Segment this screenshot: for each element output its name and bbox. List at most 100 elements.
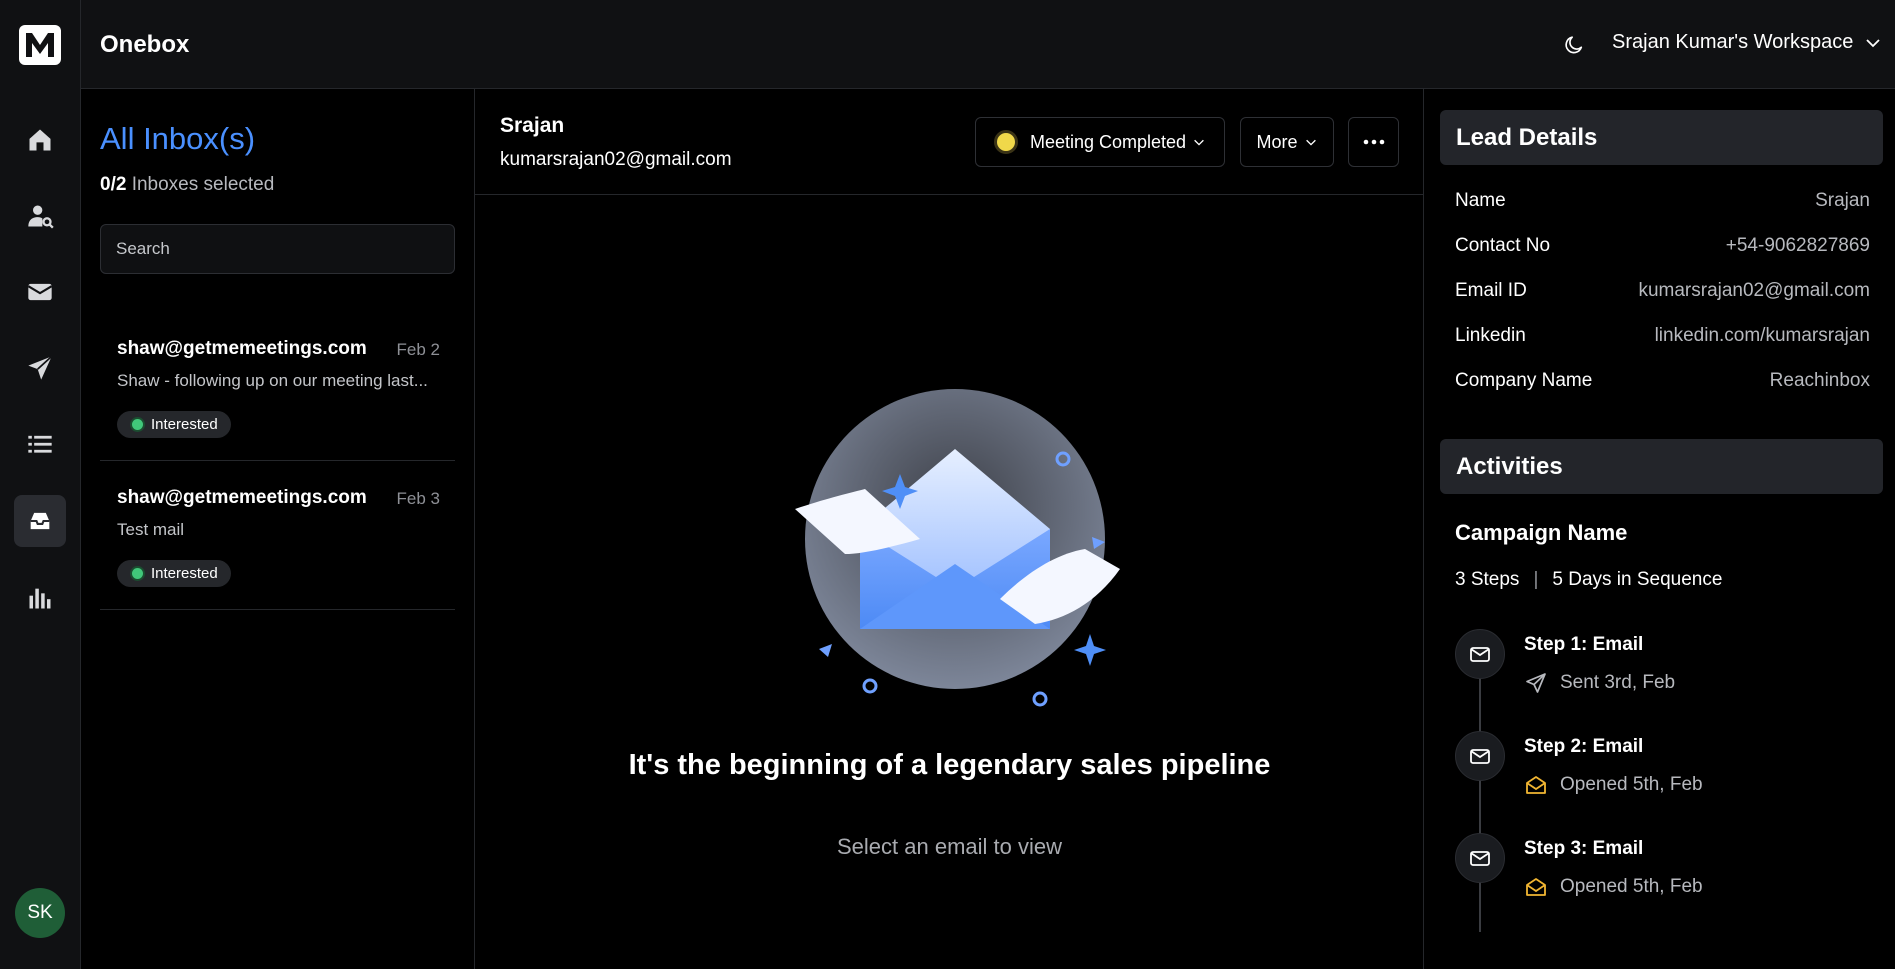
lead-row-name: Name Srajan — [1455, 190, 1870, 212]
thread-date: Feb 3 — [396, 489, 440, 508]
status-dot-icon — [993, 130, 1018, 154]
thread-preview: Shaw - following up on our meeting last.… — [117, 371, 428, 390]
mail-open-icon — [1526, 878, 1546, 896]
lead-label: Company Name — [1455, 370, 1593, 391]
lead-row-email: Email ID kumarsrajan02@gmail.com — [1455, 280, 1870, 302]
status-badge: Interested — [117, 560, 231, 587]
sidebar-item-inbox[interactable] — [14, 495, 66, 547]
lead-panel: Lead Details Name Srajan Contact No +54-… — [1424, 89, 1895, 969]
inbox-selected-label: Inboxes selected — [131, 174, 275, 195]
lead-details-header: Lead Details — [1440, 110, 1883, 165]
campaign-name: Campaign Name — [1455, 520, 1628, 545]
lead-label: Email ID — [1455, 280, 1527, 301]
lead-row-contact: Contact No +54-9062827869 — [1455, 235, 1870, 257]
status-dot-icon — [132, 419, 143, 430]
app-root: SK Onebox Srajan Kumar's Workspace All I… — [0, 0, 1895, 969]
workspace-name: Srajan Kumar's Workspace — [1612, 31, 1854, 53]
thread-date: Feb 2 — [396, 340, 440, 359]
home-icon — [29, 129, 51, 151]
sidebar-item-home[interactable] — [14, 114, 66, 166]
step-icon — [1455, 833, 1505, 883]
conversation-header: Srajan kumarsrajan02@gmail.com Meeting C… — [475, 89, 1424, 195]
step-icon — [1455, 731, 1505, 781]
more-horizontal-icon — [1363, 139, 1384, 145]
inbox-panel: All Inbox(s) 0/2 Inboxes selected shaw@g… — [81, 89, 475, 969]
lead-label: Contact No — [1455, 235, 1551, 256]
conversation-panel: Srajan kumarsrajan02@gmail.com Meeting C… — [475, 89, 1424, 969]
contact-email: kumarsrajan02@gmail.com — [500, 149, 732, 170]
top-bar: Onebox Srajan Kumar's Workspace — [81, 0, 1895, 89]
step-status-label: Opened 5th, Feb — [1560, 774, 1703, 795]
app-logo[interactable] — [19, 25, 61, 65]
mail-icon — [27, 283, 53, 301]
step-status: Opened 5th, Feb — [1524, 773, 1703, 797]
sidebar-item-analytics[interactable] — [14, 572, 66, 624]
sidebar-item-list[interactable] — [14, 418, 66, 470]
chevron-down-icon — [1194, 139, 1204, 146]
step-title: Step 2: Email — [1524, 736, 1644, 757]
status-badge-label: Interested — [151, 416, 218, 433]
campaign-duration: 5 Days in Sequence — [1552, 569, 1723, 590]
sidebar-item-user-search[interactable] — [14, 190, 66, 242]
separator: | — [1533, 569, 1539, 590]
chevron-down-icon — [1866, 38, 1880, 47]
inbox-selected-count: 0/2 — [100, 174, 127, 195]
thread-item[interactable]: shaw@getmemeetings.com Feb 3 Test mail I… — [100, 461, 455, 610]
sidebar-item-mail[interactable] — [14, 266, 66, 318]
logo-icon — [26, 33, 54, 57]
mail-icon — [1470, 749, 1490, 764]
status-label: Meeting Completed — [1029, 131, 1187, 152]
status-dot-icon — [132, 568, 143, 579]
lead-row-company: Company Name Reachinbox — [1455, 370, 1870, 392]
lead-value: Reachinbox — [1769, 370, 1870, 391]
activities-header: Activities — [1440, 439, 1883, 494]
sidebar: SK — [0, 0, 81, 969]
chevron-down-icon — [1305, 139, 1316, 146]
bar-chart-icon — [29, 588, 51, 609]
sidebar-item-send[interactable] — [14, 342, 66, 394]
step-status: Opened 5th, Feb — [1524, 875, 1703, 899]
thread-from: shaw@getmemeetings.com — [117, 338, 367, 359]
status-badge: Interested — [117, 411, 231, 438]
empty-mailbox-illustration — [795, 389, 1120, 707]
contact-name: Srajan — [500, 114, 565, 137]
thread-from: shaw@getmemeetings.com — [117, 487, 367, 508]
lead-value: Srajan — [1815, 190, 1870, 211]
user-avatar[interactable]: SK — [15, 888, 65, 938]
mail-icon — [1470, 647, 1490, 662]
lead-value: +54-9062827869 — [1725, 235, 1870, 256]
more-button-label: More — [1256, 131, 1298, 152]
app-title: Onebox — [100, 31, 190, 58]
inbox-selection-summary: 0/2 Inboxes selected — [100, 174, 274, 196]
workspace-selector[interactable]: Srajan Kumar's Workspace — [1612, 31, 1881, 54]
thread-item[interactable]: shaw@getmemeetings.com Feb 2 Shaw - foll… — [100, 312, 455, 461]
empty-state-subtitle: Select an email to view — [837, 834, 1062, 859]
step-icon — [1455, 629, 1505, 679]
inbox-title[interactable]: All Inbox(s) — [100, 121, 255, 157]
send-icon — [1526, 673, 1546, 693]
empty-state-title: It's the beginning of a legendary sales … — [628, 749, 1271, 781]
search-input[interactable] — [100, 224, 455, 274]
overflow-menu-button[interactable] — [1348, 117, 1399, 167]
lead-label: Name — [1455, 190, 1506, 211]
step-status: Sent 3rd, Feb — [1524, 671, 1675, 695]
lead-label: Linkedin — [1455, 325, 1526, 346]
thread-preview: Test mail — [117, 520, 185, 539]
step-status-label: Sent 3rd, Feb — [1560, 672, 1676, 693]
list-icon — [28, 435, 52, 453]
mail-open-icon — [1526, 776, 1546, 794]
theme-toggle-button[interactable] — [1559, 30, 1589, 60]
campaign-steps: 3 Steps — [1455, 569, 1520, 590]
step-title: Step 3: Email — [1524, 838, 1644, 859]
more-button[interactable]: More — [1240, 117, 1334, 167]
send-icon — [28, 355, 53, 380]
status-badge-label: Interested — [151, 565, 218, 582]
step-status-label: Opened 5th, Feb — [1560, 876, 1703, 897]
step-title: Step 1: Email — [1524, 634, 1644, 655]
campaign-meta: 3 Steps | 5 Days in Sequence — [1455, 569, 1722, 591]
moon-icon — [1565, 36, 1583, 54]
lead-value: linkedin.com/kumarsrajan — [1654, 325, 1870, 346]
lead-value: kumarsrajan02@gmail.com — [1638, 280, 1870, 301]
status-dropdown[interactable]: Meeting Completed — [975, 117, 1225, 167]
user-search-icon — [28, 205, 54, 229]
